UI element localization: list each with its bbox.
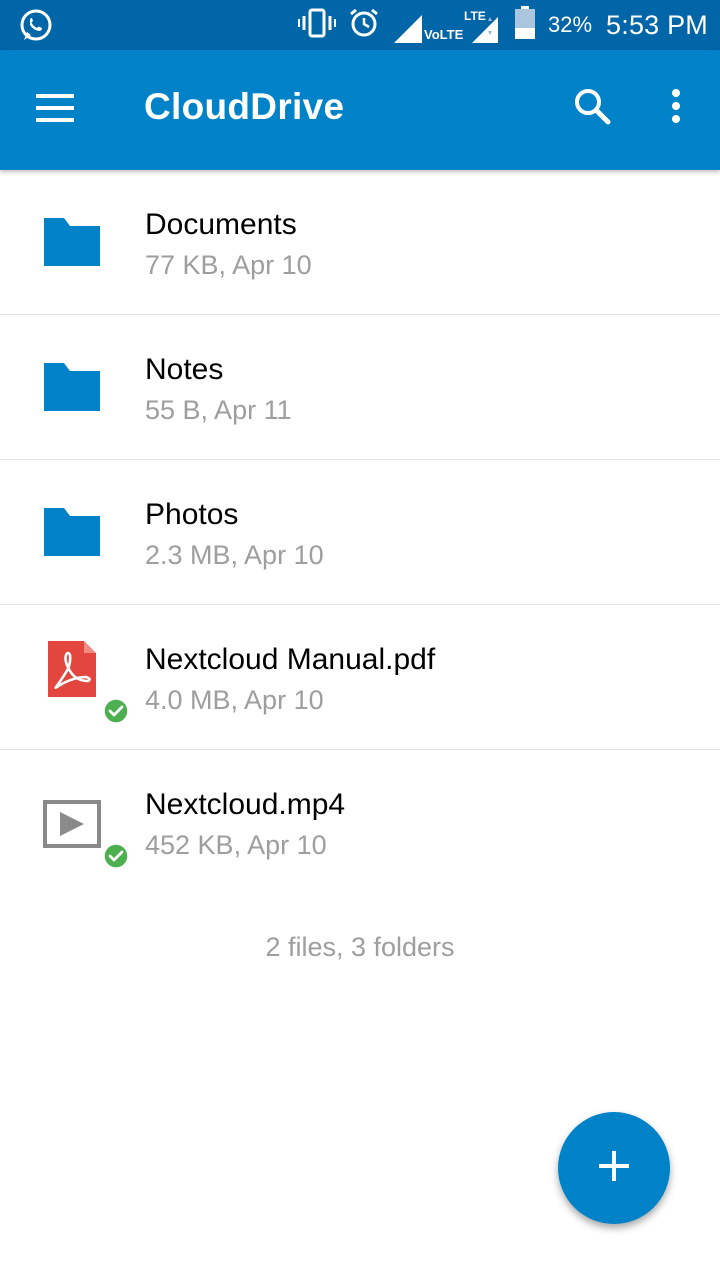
file-meta: 55 B, Apr 11 [145, 395, 292, 425]
app-title: CloudDrive [144, 86, 345, 127]
status-time: 5:53 PM [606, 9, 708, 40]
alarm-icon [348, 7, 380, 44]
synced-check-icon [103, 843, 129, 869]
add-fab-button[interactable] [558, 1112, 670, 1224]
whatsapp-icon [18, 8, 54, 49]
file-meta: 2.3 MB, Apr 10 [145, 540, 324, 570]
file-row-video-mp4[interactable]: Nextcloud.mp4 452 KB, Apr 10 [0, 750, 720, 894]
app-bar: CloudDrive [0, 50, 720, 170]
plus-icon [597, 1149, 631, 1188]
synced-check-icon [103, 698, 129, 724]
network-volte-label: VoLTE [424, 27, 464, 42]
file-name: Notes [145, 353, 224, 386]
folder-icon [42, 214, 102, 274]
more-options-button[interactable] [650, 80, 702, 136]
file-row-notes[interactable]: Notes 55 B, Apr 11 [0, 315, 720, 460]
file-list: Documents 77 KB, Apr 10 Notes 55 B, Apr … [0, 170, 720, 894]
file-name: Photos [145, 498, 239, 531]
network-lte-label: LTE [464, 9, 486, 23]
file-name: Documents [145, 208, 297, 241]
file-row-photos[interactable]: Photos 2.3 MB, Apr 10 [0, 460, 720, 605]
file-row-manual-pdf[interactable]: Nextcloud Manual.pdf 4.0 MB, Apr 10 [0, 605, 720, 750]
signal-icon: VoLTE LTE [392, 5, 502, 45]
file-meta: 77 KB, Apr 10 [145, 250, 312, 280]
search-button[interactable] [564, 80, 620, 136]
hamburger-menu-button[interactable] [28, 82, 84, 138]
pdf-file-icon [46, 639, 106, 699]
phone-screen: VoLTE LTE 32% 5:53 PM CloudDrive Documen… [0, 0, 720, 1280]
folder-icon [42, 504, 102, 564]
more-vertical-icon [670, 88, 682, 129]
video-file-icon [42, 794, 102, 854]
battery-icon [514, 5, 536, 45]
vibrate-icon [298, 8, 336, 43]
search-icon [573, 87, 611, 130]
folder-icon [42, 359, 102, 419]
hamburger-menu-icon [36, 93, 76, 127]
file-meta: 4.0 MB, Apr 10 [145, 685, 324, 715]
battery-percent: 32% [548, 12, 593, 37]
file-name: Nextcloud.mp4 [145, 788, 346, 821]
file-count-summary: 2 files, 3 folders [265, 932, 455, 962]
file-name: Nextcloud Manual.pdf [145, 643, 436, 676]
file-meta: 452 KB, Apr 10 [145, 830, 327, 860]
status-bar: VoLTE LTE 32% 5:53 PM [0, 0, 720, 50]
file-row-documents[interactable]: Documents 77 KB, Apr 10 [0, 170, 720, 315]
